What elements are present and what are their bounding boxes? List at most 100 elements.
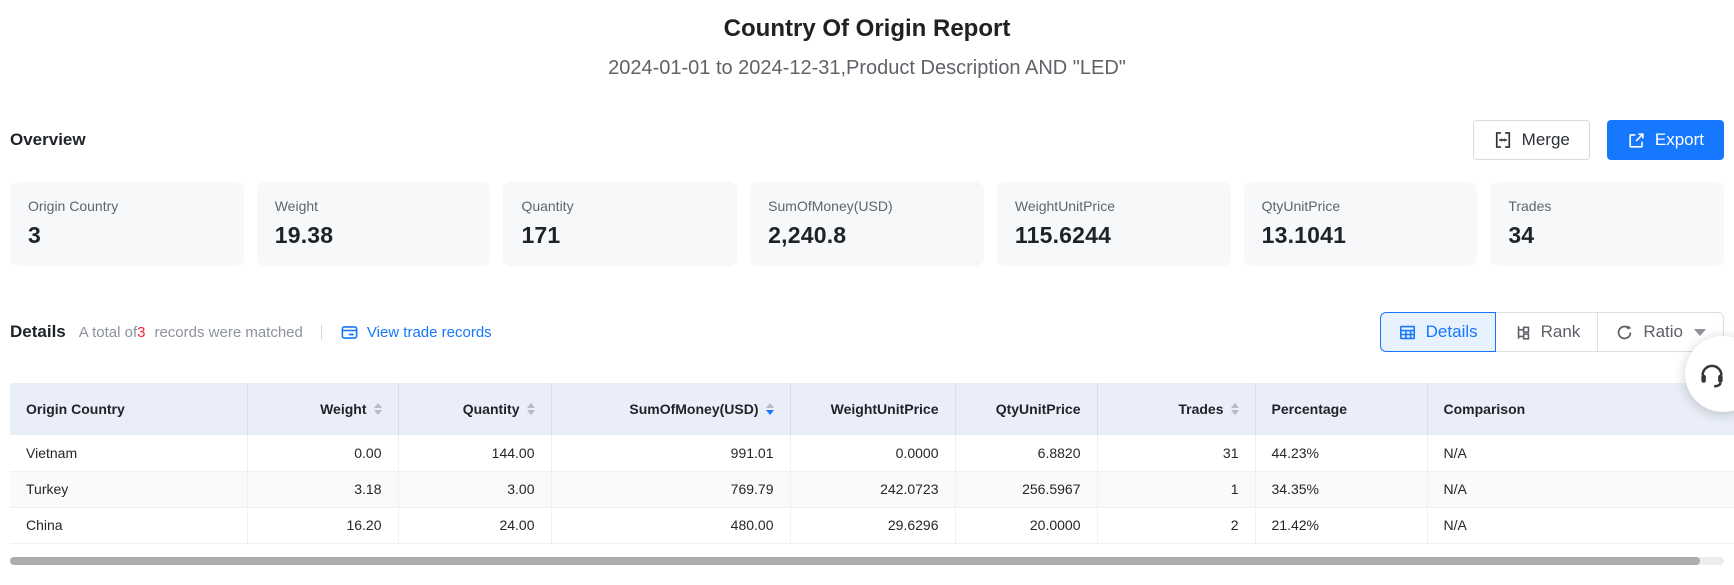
horizontal-scrollbar-thumb[interactable] [10,557,1700,565]
card-value: 19.38 [275,222,473,249]
card-label: WeightUnitPrice [1015,198,1213,214]
toolbar-buttons: Merge Export [1473,120,1724,160]
table-cell: Vietnam [10,435,247,471]
column-header-weight-unit-price: WeightUnitPrice [790,383,955,435]
column-label: WeightUnitPrice [831,401,939,417]
card-label: Origin Country [28,198,226,214]
table-cell: N/A [1427,471,1734,507]
tab-details-label: Details [1426,322,1478,342]
table-cell: 769.79 [551,471,790,507]
column-label: Comparison [1444,401,1526,417]
card-value: 171 [521,222,719,249]
table-cell: 21.42% [1255,507,1427,543]
view-trade-records-link[interactable]: View trade records [340,323,492,342]
tab-details[interactable]: Details [1380,312,1496,352]
column-label: Weight [320,401,366,417]
card-value: 3 [28,222,226,249]
table-row-china: China 16.20 24.00 480.00 29.6296 20.0000… [10,507,1734,543]
origin-report-table: Origin Country Weight Quantity SumOfMone… [10,383,1734,544]
table-cell: 242.0723 [790,471,955,507]
card-label: QtyUnitPrice [1262,198,1460,214]
table-cell: 144.00 [398,435,551,471]
card-value: 2,240.8 [768,222,966,249]
column-header-trades[interactable]: Trades [1097,383,1255,435]
page-title: Country Of Origin Report [0,0,1734,43]
view-trade-records-label: View trade records [367,324,492,341]
card-trades: Trades 34 [1490,182,1724,266]
table-cell: 0.0000 [790,435,955,471]
table-cell: 3.18 [247,471,398,507]
table-cell: 29.6296 [790,507,955,543]
match-count: 3 [137,324,145,341]
export-button-label: Export [1655,130,1704,150]
divider [321,325,322,340]
card-label: Trades [1508,198,1706,214]
table-cell: 34.35% [1255,471,1427,507]
view-switcher: Details Rank Ratio [1380,312,1724,352]
card-quantity: Quantity 171 [503,182,737,266]
details-heading: Details [10,322,66,342]
export-button[interactable]: Export [1607,120,1724,160]
column-header-percentage: Percentage [1255,383,1427,435]
card-weight: Weight 19.38 [257,182,491,266]
column-header-origin-country: Origin Country [10,383,247,435]
card-sum-of-money: SumOfMoney(USD) 2,240.8 [750,182,984,266]
overview-heading: Overview [10,130,86,150]
details-toolbar: Details A total of 3 records were matche… [10,312,1724,352]
card-value: 115.6244 [1015,222,1213,249]
column-header-qty-unit-price: QtyUnitPrice [955,383,1097,435]
match-summary-prefix: A total of [79,324,137,341]
sort-icon[interactable] [527,403,535,415]
column-label: Quantity [463,401,520,417]
sort-icon-active-desc[interactable] [766,403,774,415]
table-row-vietnam: Vietnam 0.00 144.00 991.01 0.0000 6.8820… [10,435,1734,471]
table-cell: N/A [1427,435,1734,471]
match-summary-suffix: records were matched [154,324,302,341]
table-cell: 3.00 [398,471,551,507]
table-header-row: Origin Country Weight Quantity SumOfMone… [10,383,1734,435]
details-summary: Details A total of 3 records were matche… [10,322,492,342]
table-cell: China [10,507,247,543]
trade-records-icon [340,323,359,342]
column-label: Trades [1178,401,1223,417]
table-cell: 20.0000 [955,507,1097,543]
column-header-weight[interactable]: Weight [247,383,398,435]
chevron-down-icon [1694,329,1706,336]
table-cell: 1 [1097,471,1255,507]
tab-rank[interactable]: Rank [1495,312,1599,352]
table-grid-icon [1398,323,1417,342]
headset-icon [1697,359,1727,389]
table-cell: N/A [1427,507,1734,543]
card-weight-unit-price: WeightUnitPrice 115.6244 [997,182,1231,266]
report-subtitle: 2024-01-01 to 2024-12-31,Product Descrip… [0,57,1734,80]
table-cell: 2 [1097,507,1255,543]
overview-cards: Origin Country 3 Weight 19.38 Quantity 1… [10,182,1724,266]
column-header-quantity[interactable]: Quantity [398,383,551,435]
column-label: Percentage [1272,401,1347,417]
merge-button[interactable]: Merge [1473,120,1590,160]
card-label: Weight [275,198,473,214]
card-value: 13.1041 [1262,222,1460,249]
refresh-circle-icon [1615,323,1634,342]
merge-button-label: Merge [1522,130,1570,150]
merge-cells-icon [1493,130,1513,150]
table-cell: 24.00 [398,507,551,543]
table-row-turkey: Turkey 3.18 3.00 769.79 242.0723 256.596… [10,471,1734,507]
horizontal-scrollbar-track[interactable] [10,557,1724,565]
export-icon [1627,131,1646,150]
table-cell: 16.20 [247,507,398,543]
card-value: 34 [1508,222,1706,249]
card-origin-country: Origin Country 3 [10,182,244,266]
tab-ratio-label: Ratio [1643,322,1683,342]
column-label: Origin Country [26,401,125,417]
card-label: SumOfMoney(USD) [768,198,966,214]
sort-icon[interactable] [1231,403,1239,415]
sort-icon[interactable] [374,403,382,415]
column-header-sum-of-money[interactable]: SumOfMoney(USD) [551,383,790,435]
table-cell: Turkey [10,471,247,507]
table-cell: 991.01 [551,435,790,471]
column-label: QtyUnitPrice [996,401,1081,417]
table-cell: 31 [1097,435,1255,471]
tab-rank-label: Rank [1541,322,1581,342]
card-label: Quantity [521,198,719,214]
